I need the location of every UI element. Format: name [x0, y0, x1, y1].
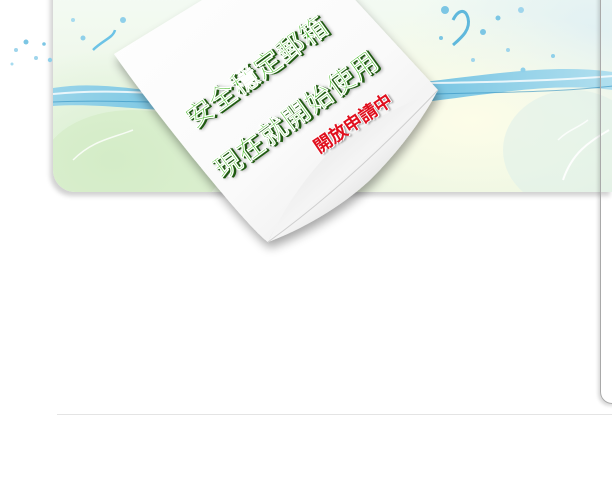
- page: 安全穩定郵箱 現在就開始使用 開放申請中: [0, 0, 612, 481]
- water-splash-icon: [10, 39, 53, 66]
- footer-divider: [57, 414, 612, 415]
- content-frame-border: [600, 0, 612, 404]
